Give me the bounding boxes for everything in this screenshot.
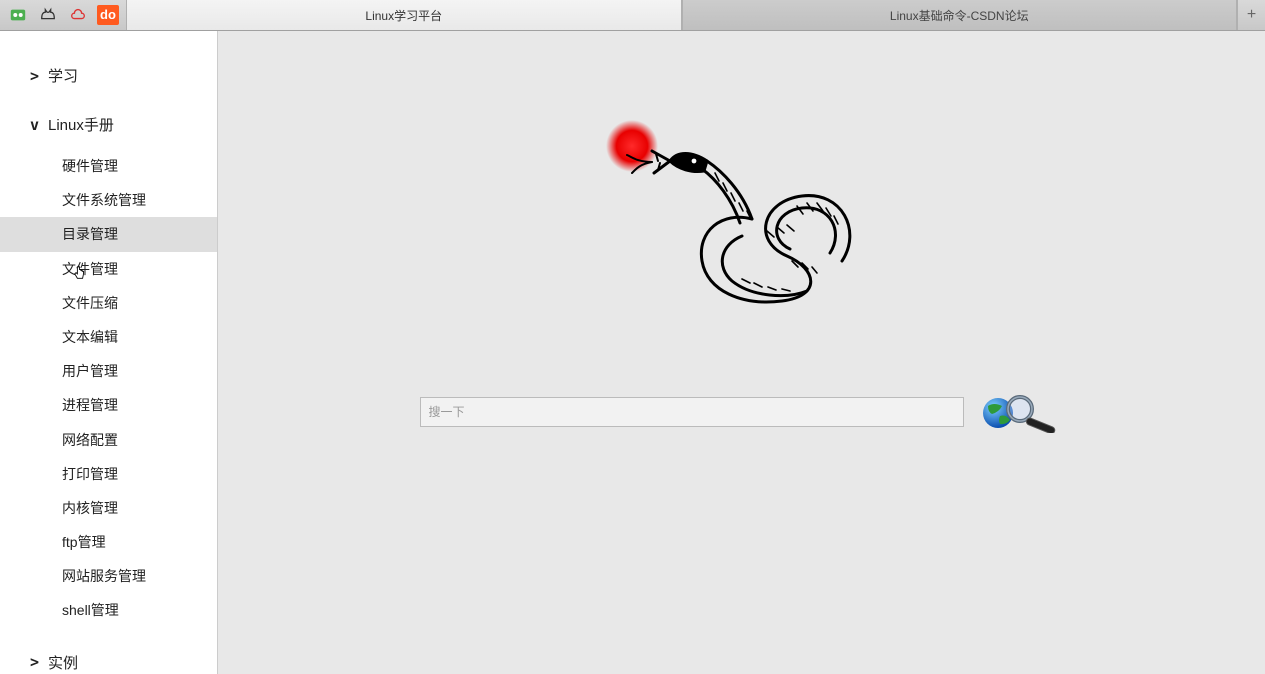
sidebar-sub-textedit[interactable]: 文本编辑 bbox=[0, 320, 217, 354]
chevron-right-icon: > bbox=[30, 653, 48, 671]
sidebar-sub-label: 硬件管理 bbox=[62, 158, 118, 174]
sidebar-sub-label: ftp管理 bbox=[62, 534, 106, 550]
search-input[interactable] bbox=[420, 397, 964, 427]
search-row bbox=[420, 391, 1064, 433]
sidebar-sub-label: 网站服务管理 bbox=[62, 568, 146, 584]
sidebar-sub-process[interactable]: 进程管理 bbox=[0, 388, 217, 422]
sidebar-sub-label: 用户管理 bbox=[62, 363, 118, 379]
sidebar-sub-compress[interactable]: 文件压缩 bbox=[0, 286, 217, 320]
tab-label: Linux基础命令-CSDN论坛 bbox=[890, 7, 1029, 24]
chevron-down-icon: v bbox=[30, 116, 48, 134]
new-tab-button[interactable]: + bbox=[1237, 0, 1265, 30]
sidebar-item-label: 学习 bbox=[48, 65, 78, 86]
tab-csdn-forum[interactable]: Linux基础命令-CSDN论坛 bbox=[682, 0, 1238, 30]
sidebar-sub-filesystem[interactable]: 文件系统管理 bbox=[0, 183, 217, 217]
sidebar-sub-label: 文本编辑 bbox=[62, 329, 118, 345]
sidebar-sub-label: 文件压缩 bbox=[62, 295, 118, 311]
do-badge: do bbox=[97, 5, 119, 25]
extension-icon-do[interactable]: do bbox=[94, 4, 122, 26]
browser-tab-bar: do Linux学习平台 Linux基础命令-CSDN论坛 + bbox=[0, 0, 1265, 31]
sidebar-sub-label: 文件系统管理 bbox=[62, 192, 146, 208]
sidebar-sub-network[interactable]: 网络配置 bbox=[0, 423, 217, 457]
search-button[interactable] bbox=[978, 391, 1064, 433]
hero-snake-image bbox=[592, 111, 892, 321]
globe-magnifier-icon bbox=[978, 391, 1064, 433]
sidebar: > 学习 v Linux手册 硬件管理 文件系统管理 目录管理 文件管理 文件压… bbox=[0, 31, 218, 674]
sidebar-sub-hardware[interactable]: 硬件管理 bbox=[0, 149, 217, 183]
sidebar-sub-label: 目录管理 bbox=[62, 226, 118, 242]
sidebar-sub-website[interactable]: 网站服务管理 bbox=[0, 559, 217, 593]
tab-linux-learning[interactable]: Linux学习平台 bbox=[126, 0, 682, 30]
sidebar-sub-user[interactable]: 用户管理 bbox=[0, 354, 217, 388]
sidebar-item-linux-manual[interactable]: v Linux手册 bbox=[0, 100, 217, 149]
tab-label: Linux学习平台 bbox=[365, 7, 442, 24]
sidebar-sub-directory[interactable]: 目录管理 bbox=[0, 217, 217, 251]
chevron-right-icon: > bbox=[30, 67, 48, 85]
extension-icon-2[interactable] bbox=[34, 4, 62, 26]
sidebar-item-learn[interactable]: > 学习 bbox=[0, 51, 217, 100]
sidebar-sub-label: 打印管理 bbox=[62, 466, 118, 482]
sidebar-sub-label: 文件管理 bbox=[62, 261, 118, 277]
sidebar-sub-label: 进程管理 bbox=[62, 397, 118, 413]
tab-icon-group: do bbox=[0, 0, 126, 30]
sidebar-sub-shell[interactable]: shell管理 bbox=[0, 593, 217, 627]
sidebar-sub-print[interactable]: 打印管理 bbox=[0, 457, 217, 491]
extension-icon-3[interactable] bbox=[64, 4, 92, 26]
sidebar-item-label: Linux手册 bbox=[48, 114, 114, 135]
content-area: : > 学习 v Linux手册 硬件管理 文件系统管理 目录管理 文件管理 文… bbox=[0, 31, 1265, 674]
sidebar-sub-ftp[interactable]: ftp管理 bbox=[0, 525, 217, 559]
sidebar-sub-label: 网络配置 bbox=[62, 432, 118, 448]
sidebar-sub-label: shell管理 bbox=[62, 602, 119, 618]
sidebar-sub-kernel[interactable]: 内核管理 bbox=[0, 491, 217, 525]
sidebar-item-label: 实例 bbox=[48, 652, 78, 673]
main-panel bbox=[218, 31, 1265, 674]
sidebar-sub-label: 内核管理 bbox=[62, 500, 118, 516]
sidebar-item-examples[interactable]: > 实例 bbox=[0, 638, 217, 674]
extension-icon-1[interactable] bbox=[4, 4, 32, 26]
sidebar-sub-file[interactable]: 文件管理 bbox=[0, 252, 217, 286]
